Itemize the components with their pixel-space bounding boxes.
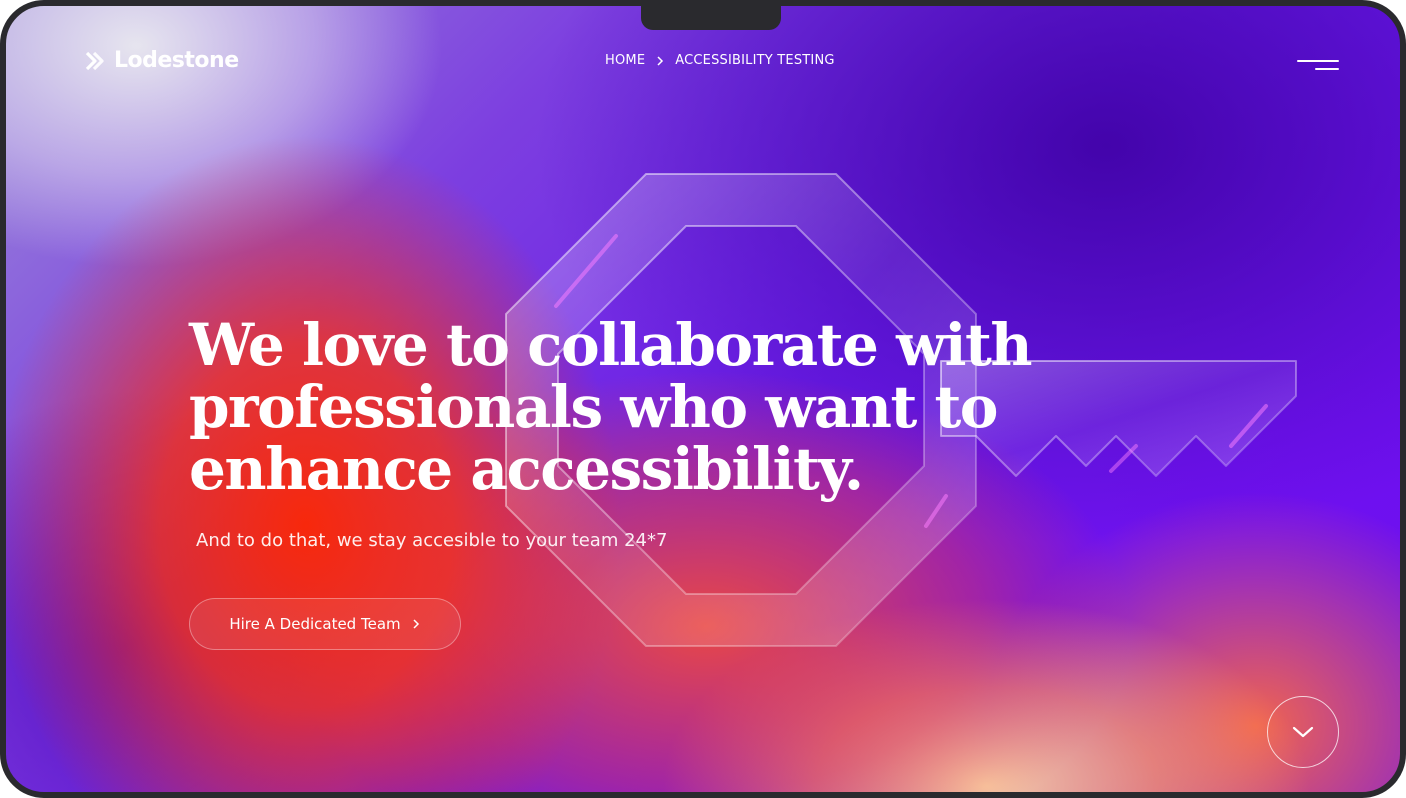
chevron-right-icon [655,55,665,67]
brand-logo[interactable]: Lodestone [84,48,239,73]
browser-frame: Lodestone HOME ACCESSIBILITY TESTING We … [0,0,1406,798]
breadcrumb-current-link[interactable]: ACCESSIBILITY TESTING [675,53,834,68]
chevron-right-icon [411,617,421,631]
hero-headline: We love to collaborate with professional… [189,314,1089,500]
hamburger-menu-icon[interactable] [1291,54,1341,78]
brand-name: Lodestone [114,48,239,73]
headline-line: professionals who want to [189,373,998,441]
hero-subline: And to do that, we stay accesible to you… [196,530,668,551]
hire-dedicated-team-button[interactable]: Hire A Dedicated Team [189,598,461,650]
cta-label: Hire A Dedicated Team [229,615,401,633]
scroll-down-button[interactable] [1267,696,1339,768]
camera-notch [641,6,781,30]
breadcrumb: HOME ACCESSIBILITY TESTING [605,53,835,68]
headline-line: We love to collaborate with [189,311,1033,379]
double-chevron-logo-icon [84,50,106,72]
breadcrumb-home-link[interactable]: HOME [605,53,645,68]
headline-line: enhance accessibility. [189,435,864,503]
chevron-down-icon [1291,725,1315,739]
